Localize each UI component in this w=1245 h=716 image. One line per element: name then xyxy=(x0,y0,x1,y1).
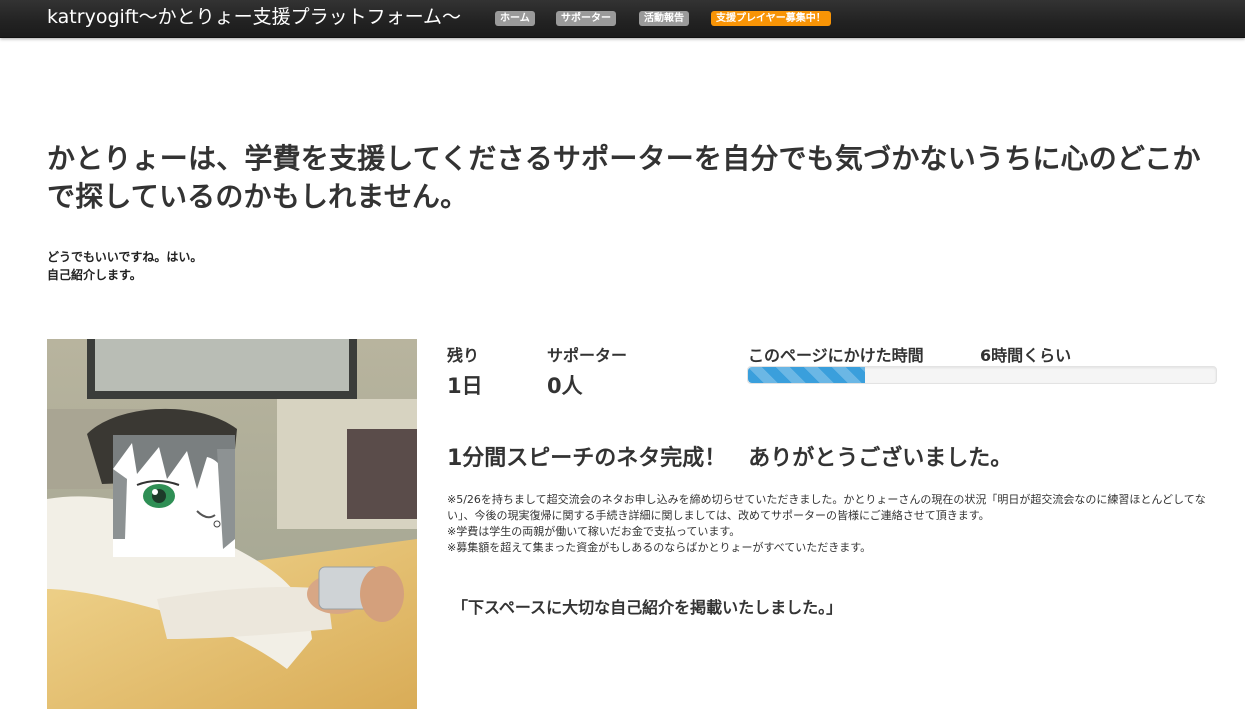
nav-home[interactable]: ホーム xyxy=(495,11,535,26)
callout-text: 「下スペースに大切な自己紹介を掲載いたしました。」 xyxy=(452,598,843,617)
progress-fill xyxy=(748,367,865,383)
remaining-label: 残り xyxy=(447,346,480,365)
time-spent-value: 6時間くらい xyxy=(980,346,1072,365)
section-title: 1分間スピーチのネタ完成！ ありがとうございました。 xyxy=(447,446,1013,471)
progress-bar xyxy=(747,366,1217,384)
note-item: ※学費は学生の両親が働いて稼いだお金で支払っています。 xyxy=(447,525,741,538)
intro-text: どうでもいいですね。はい。 自己紹介します。 xyxy=(47,248,202,284)
profile-photo-image xyxy=(47,339,417,709)
remaining-value: 1日 xyxy=(447,374,483,398)
profile-photo xyxy=(47,339,417,709)
note-item: ※募集額を超えて集まった資金がもしあるのならばかとりょーがすべていただきます。 xyxy=(447,541,872,554)
brand-title[interactable]: katryogift〜かとりょー支援プラットフォーム〜 xyxy=(47,5,461,29)
nav-supporters[interactable]: サポーター xyxy=(556,11,616,26)
nav-activity-report[interactable]: 活動報告 xyxy=(639,11,689,26)
supporters-label: サポーター xyxy=(547,346,628,365)
page-headline: かとりょーは、学費を支援してくださるサポーターを自分でも気づかないうちに心のどこ… xyxy=(47,142,1201,213)
intro-line: どうでもいいですね。はい。 xyxy=(47,250,203,264)
time-spent-label: このページにかけた時間 xyxy=(748,346,924,365)
top-navbar: katryogift〜かとりょー支援プラットフォーム〜 ホーム サポーター 活動… xyxy=(0,0,1245,38)
intro-line: 自己紹介します。 xyxy=(47,268,142,282)
note-item: ※5/26を持ちまして超交流会のネタお申し込みを締め切らせていただきました。かと… xyxy=(447,493,1206,522)
notes-block: ※5/26を持ちまして超交流会のネタお申し込みを締め切らせていただきました。かと… xyxy=(447,492,1215,556)
supporters-value: 0人 xyxy=(547,374,583,398)
nav-recruiting[interactable]: 支援プレイヤー募集中！ xyxy=(711,11,831,26)
